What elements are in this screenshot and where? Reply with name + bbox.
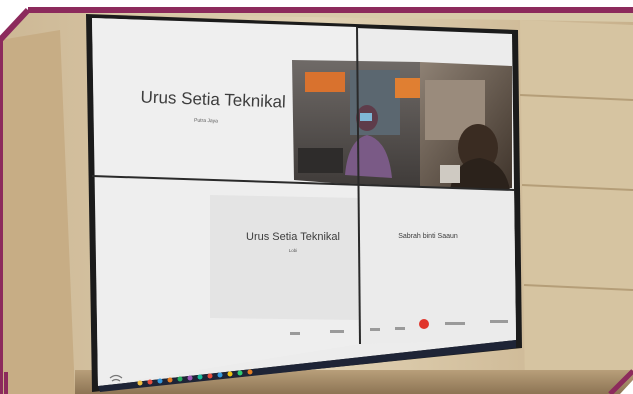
photo-stage: Urus Setia Teknikal Putra Jaya Urus Seti… bbox=[0, 0, 633, 394]
bottom-left-tile-name: Urus Setia Teknikal bbox=[246, 231, 340, 243]
video-wall-photo: Urus Setia Teknikal Putra Jaya Urus Seti… bbox=[0, 0, 633, 394]
bottom-left-tile-subtitle: Lobi bbox=[289, 248, 298, 253]
top-left-tile-subtitle: Putra Jaya bbox=[194, 118, 218, 125]
bottom-right-tile-name: Sabrah binti Saaun bbox=[398, 233, 458, 240]
record-icon[interactable] bbox=[419, 319, 429, 329]
right-wall-panel bbox=[520, 20, 633, 394]
